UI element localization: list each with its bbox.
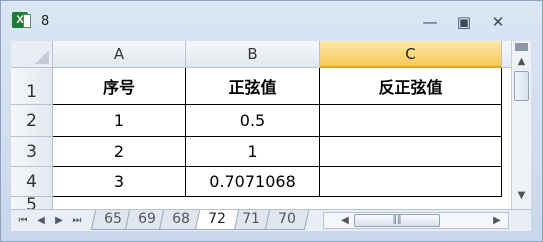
cell-a2[interactable]: 1: [53, 105, 186, 137]
cell-a1[interactable]: 序号: [53, 68, 186, 105]
scroll-down-button[interactable]: ▼: [512, 187, 531, 204]
next-sheet-button[interactable]: ▶: [51, 213, 67, 229]
grip-icon: ‖‖: [392, 215, 402, 225]
horizontal-scrollbar[interactable]: ◀ ‖‖ ▶: [323, 212, 509, 229]
row-header-1[interactable]: 1: [11, 68, 53, 105]
cell-b4[interactable]: 0.7071068: [186, 167, 320, 197]
window-title: 8: [41, 14, 50, 29]
select-all-button[interactable]: [11, 41, 53, 68]
vertical-scrollbar[interactable]: ▲ ▼: [511, 41, 531, 209]
arrow-left-icon: ◀: [341, 215, 349, 226]
arrow-up-icon: ▲: [517, 56, 526, 67]
scroll-right-button[interactable]: ▶: [490, 213, 504, 228]
column-header-b[interactable]: B: [186, 41, 320, 68]
restore-icon: ▣: [456, 13, 472, 31]
scroll-left-button[interactable]: ◀: [338, 213, 352, 228]
scroll-up-button[interactable]: ▲: [512, 53, 531, 70]
prev-sheet-button[interactable]: ◀: [33, 213, 49, 229]
arrow-right-icon: ▶: [493, 215, 501, 226]
worksheet-grid: A B C 1 2 3 4 5 序号 正弦值 反正弦值 1 0.5 2 1 3 …: [11, 41, 531, 209]
restore-button[interactable]: ▣: [451, 13, 477, 33]
minimize-button[interactable]: —: [417, 13, 443, 33]
column-header-c[interactable]: C: [320, 41, 502, 68]
first-sheet-button[interactable]: ⏮: [15, 213, 31, 229]
sheet-tab-72[interactable]: 72: [194, 210, 240, 230]
cell-b2[interactable]: 0.5: [186, 105, 320, 137]
arrow-down-icon: ▼: [517, 190, 526, 201]
close-icon: ✕: [491, 13, 505, 31]
excel-icon: X: [12, 12, 31, 28]
cell-c2[interactable]: [320, 105, 502, 137]
cell-b1[interactable]: 正弦值: [186, 68, 320, 105]
last-sheet-icon: ⏭: [72, 215, 82, 226]
minimize-icon: —: [422, 13, 438, 31]
cell-c3[interactable]: [320, 137, 502, 167]
vertical-scroll-thumb[interactable]: [514, 71, 529, 101]
cell-c4[interactable]: [320, 167, 502, 197]
split-handle[interactable]: [515, 43, 528, 51]
first-sheet-icon: ⏮: [18, 215, 28, 226]
row-header-4[interactable]: 4: [11, 167, 53, 197]
row-header-3[interactable]: 3: [11, 137, 53, 167]
cell-b3[interactable]: 1: [186, 137, 320, 167]
next-sheet-icon: ▶: [55, 215, 63, 226]
title-bar[interactable]: X 8 — ▣ ✕: [1, 1, 542, 41]
horizontal-scroll-thumb[interactable]: ‖‖: [354, 214, 440, 227]
row-header-2[interactable]: 2: [11, 105, 53, 137]
excel-window: X 8 — ▣ ✕ A B C 1 2 3 4 5 序号 正弦值 反正弦值 1 …: [0, 0, 543, 242]
cell-c1[interactable]: 反正弦值: [320, 68, 502, 105]
sheet-tab-70[interactable]: 70: [264, 210, 310, 230]
cell-a3[interactable]: 2: [53, 137, 186, 167]
last-sheet-button[interactable]: ⏭: [69, 213, 85, 229]
close-button[interactable]: ✕: [485, 13, 511, 33]
row-header-5[interactable]: 5: [11, 197, 53, 209]
cell-a4[interactable]: 3: [53, 167, 186, 197]
prev-sheet-icon: ◀: [37, 215, 45, 226]
sheet-tab-bar: ⏮ ◀ ▶ ⏭ 65 69 68 72 71 70 ◀ ‖‖ ▶: [11, 209, 531, 231]
column-header-a[interactable]: A: [53, 41, 186, 68]
